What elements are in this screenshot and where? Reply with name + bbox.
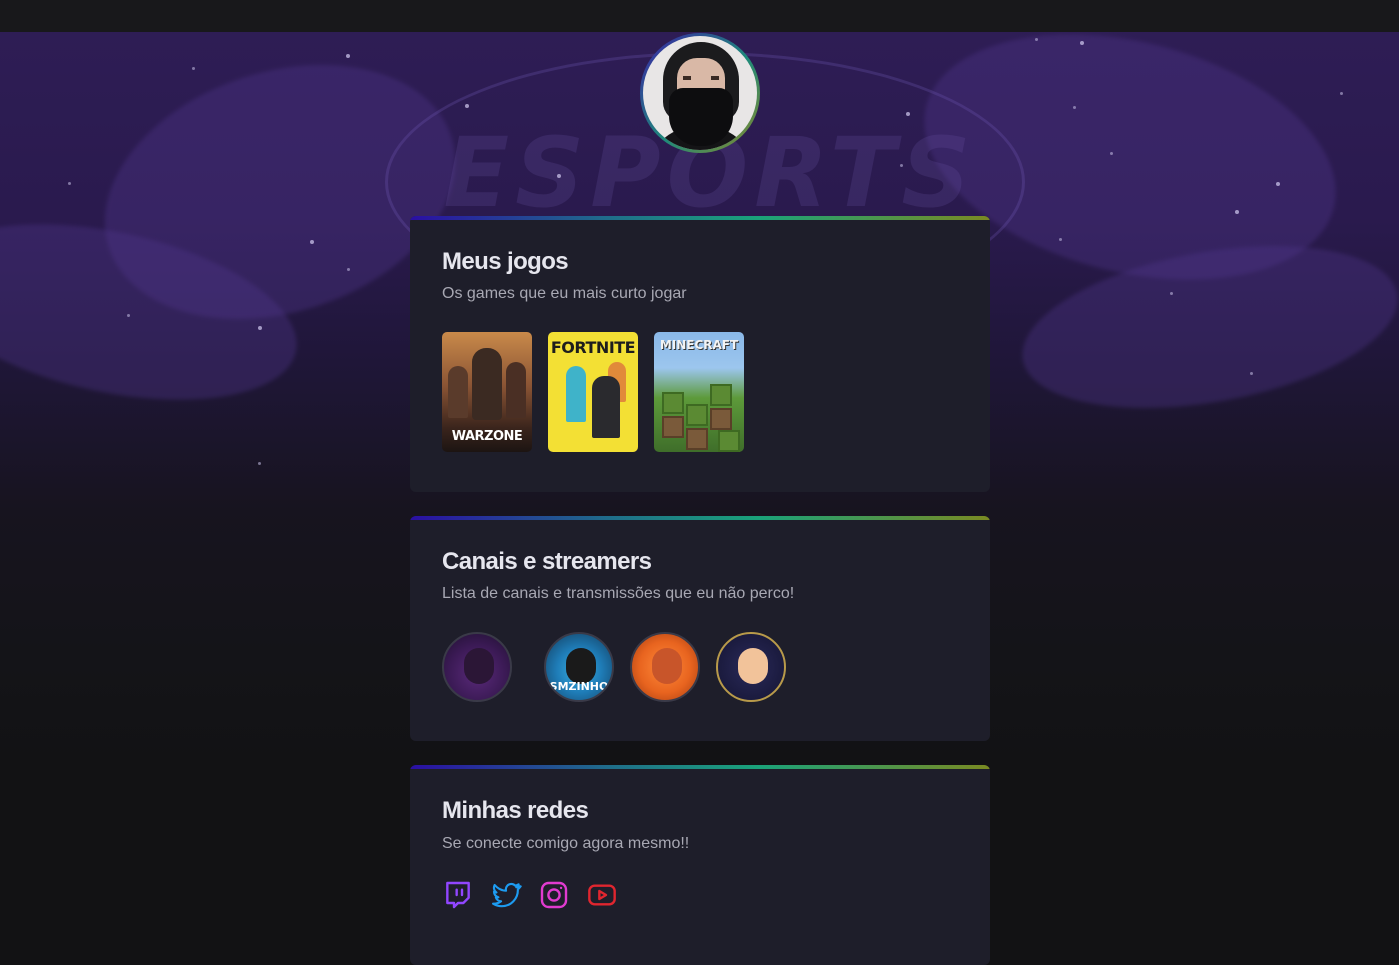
games-card: Meus jogos Os games que eu mais curto jo… xyxy=(410,216,990,492)
youtube-icon xyxy=(588,884,616,906)
profile-avatar xyxy=(640,33,760,153)
streamers-card-title: Canais e streamers xyxy=(442,548,652,575)
twitch-icon xyxy=(446,881,470,909)
streamer-avatar-2[interactable]: SMZINHO xyxy=(544,632,614,702)
streamers-card-subtitle: Lista de canais e transmissões que eu nã… xyxy=(442,585,795,602)
streamer-avatar-3[interactable] xyxy=(630,632,700,702)
game-warzone-label: WARZONE xyxy=(451,429,523,444)
games-card-title: Meus jogos xyxy=(442,248,569,275)
game-minecraft[interactable]: MINECRAFT xyxy=(654,332,744,452)
games-card-subtitle: Os games que eu mais curto jogar xyxy=(442,285,687,302)
social-card-title: Minhas redes xyxy=(442,797,589,824)
instagram-link[interactable] xyxy=(538,879,570,911)
game-warzone[interactable]: WARZONE xyxy=(442,332,532,452)
game-fortnite[interactable]: FORTNITE xyxy=(548,332,638,452)
twitch-link[interactable] xyxy=(442,879,474,911)
streamer-2-caption: SMZINHO xyxy=(549,680,609,693)
twitter-link[interactable] xyxy=(490,879,522,911)
browser-top-bar xyxy=(0,0,1399,32)
social-card: Minhas redes Se conecte comigo agora mes… xyxy=(410,765,990,965)
game-fortnite-label: FORTNITE xyxy=(550,338,636,357)
streamer-avatar-4[interactable] xyxy=(716,632,786,702)
streamers-card: Canais e streamers Lista de canais e tra… xyxy=(410,516,990,741)
social-card-subtitle: Se conecte comigo agora mesmo!! xyxy=(442,835,690,852)
game-minecraft-label: MINECRAFT xyxy=(659,338,739,352)
instagram-icon xyxy=(540,881,568,909)
twitter-icon xyxy=(492,882,522,908)
youtube-link[interactable] xyxy=(586,879,618,911)
streamer-avatar-1[interactable] xyxy=(442,632,512,702)
